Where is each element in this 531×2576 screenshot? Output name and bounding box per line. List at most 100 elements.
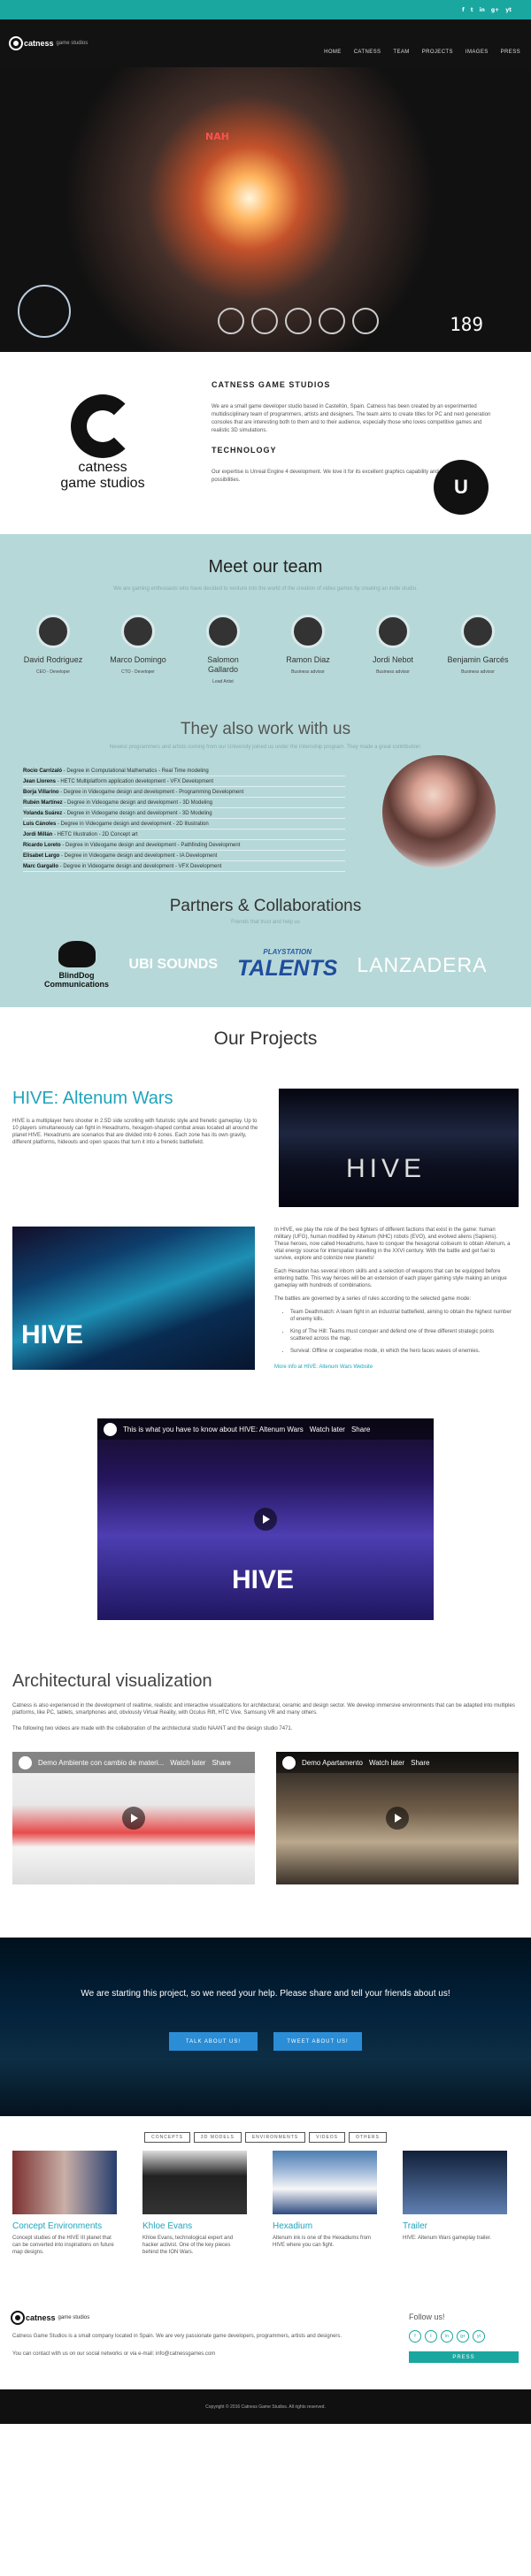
member-role: CEO - Developer [35,669,71,675]
gallery-title[interactable]: Concept Environments [12,2221,117,2231]
dog-face-icon [58,941,96,967]
gallery-description: Concept studies of the HIVE III planet t… [12,2236,114,2255]
filter-3d-models[interactable]: 3D MODELS [193,2132,242,2143]
catness-big-logo-icon [71,394,135,458]
hive-detail-text: In HIVE, we play the role of the best fi… [274,1227,512,1371]
googleplus-icon[interactable]: g+ [491,7,499,13]
hud-ammo-counter: 189 [450,314,483,335]
nav-item-catness[interactable]: CATNESS [354,50,381,55]
projects-section: Our Projects HIVE: Altenum Wars HIVE is … [0,1007,531,1620]
about-text: CATNESS GAME STUDIOS We are a small game… [205,352,492,534]
playstation-talents-logo[interactable]: PLAYSTATION TALENTS [237,948,337,982]
nav-item-home[interactable]: HOME [324,50,342,55]
footer-about: catness game studios Catness Game Studios… [11,2311,375,2363]
play-icon[interactable] [386,1807,409,1830]
arch-video-player[interactable]: Demo Apartamento Watch later Share [276,1752,519,1884]
collaborators-title: They also work with us [180,720,351,738]
member-name: Salomon Gallardo [207,655,239,674]
nav-item-projects[interactable]: PROJECTS [422,50,453,55]
lanzadera-logo[interactable]: LANZADERA [357,953,487,977]
footer-social: Follow us! f t in g+ yt PRESS [409,2312,519,2363]
team-title: Meet our team [208,557,323,577]
watch-later-button[interactable]: Watch later [310,1426,345,1433]
team-member: Salomon Gallardo Lead Artist [191,615,255,684]
gallery-item[interactable]: Concept Environments Concept studies of t… [12,2151,117,2256]
architecture-title: Architectural visualization [12,1671,212,1691]
video-title[interactable]: Demo Apartamento [302,1759,363,1767]
member-name: Marco Domingo [110,655,166,664]
share-button[interactable]: Share [351,1426,370,1433]
filter-others[interactable]: OTHERS [349,2132,387,2143]
member-role: Business advisor [376,669,410,675]
watch-later-button[interactable]: Watch later [170,1759,205,1767]
footer: catness game studios Catness Game Studios… [0,2256,531,2363]
nav-item-images[interactable]: IMAGES [466,50,489,55]
hud-radar-icon [18,285,71,338]
gallery-image[interactable] [12,2151,117,2214]
ability-icon [251,308,278,334]
gallery-item[interactable]: Trailer HIVE: Altenum Wars gameplay trail… [403,2151,507,2256]
social-topbar: f t in g+ yt [0,0,531,19]
team-member: Marco Domingo CTO - Developer [106,615,170,684]
hive-website-link[interactable]: More info at HIVE: Altenum Wars Website [274,1364,512,1371]
facebook-icon[interactable]: f [409,2330,421,2343]
talk-about-us-button[interactable]: TALK ABOUT US! [169,2032,258,2051]
footer-contact: You can contact with us on our social ne… [12,2351,216,2357]
twitter-icon[interactable]: t [425,2330,437,2343]
copyright-bar: Copyright © 2016 Catness Game Studios. A… [0,2389,531,2424]
blinddog-logo[interactable]: BlindDog Communications [44,941,110,989]
linkedin-icon[interactable]: in [480,7,485,13]
footer-logo[interactable]: catness game studios [11,2311,375,2325]
gallery-title[interactable]: Khloe Evans [142,2221,247,2231]
share-button[interactable]: Share [411,1759,429,1767]
share-button[interactable]: Share [212,1759,230,1767]
arch-video-player[interactable]: Demo Ambiente con cambio de materi... Wat… [12,1752,255,1884]
googleplus-icon[interactable]: g+ [457,2330,469,2343]
gallery-image[interactable] [273,2151,377,2214]
list-item: Marc Gargallo - Degree in Videogame desi… [23,861,345,872]
nav-item-press[interactable]: PRESS [501,50,520,55]
list-item: Rubén Martínez - Degree in Videogame des… [23,798,345,808]
tweet-about-us-button[interactable]: TWEET ABOUT US! [273,2032,362,2051]
member-role: Business advisor [291,669,325,675]
twitter-icon[interactable]: t [471,7,473,13]
team-member: Ramon Diaz Business advisor [276,615,340,684]
filter-videos[interactable]: VIDEOS [309,2132,346,2143]
youtube-icon[interactable]: yt [505,7,512,13]
youtube-icon[interactable]: yt [473,2330,485,2343]
hero-enemy-label: NAH [205,131,229,142]
ubisounds-logo[interactable]: UBI SOUNDS [129,957,218,973]
hive-video-player[interactable]: This is what you have to know about HIVE… [97,1418,434,1620]
partner-logos: BlindDog Communications UBI SOUNDS PLAYST… [0,941,531,989]
list-item: King of The Hill: Teams must conquer and… [290,1328,512,1342]
about-logo-name: catness [78,460,127,475]
press-button[interactable]: PRESS [409,2351,519,2363]
play-icon[interactable] [254,1508,277,1531]
partners-lead: Friends that trust and help us [231,920,300,925]
facebook-icon[interactable]: f [462,7,465,13]
filter-environments[interactable]: ENVIRONMENTS [244,2132,306,2143]
video-title[interactable]: Demo Ambiente con cambio de materi... [38,1759,164,1767]
cat-logo-icon [11,2311,25,2325]
gallery-title[interactable]: Trailer [403,2221,507,2231]
play-icon[interactable] [122,1807,145,1830]
watch-later-button[interactable]: Watch later [369,1759,404,1767]
brand-logo[interactable]: catness game studios [9,36,88,50]
gallery-item[interactable]: Khloe Evans Khloe Evans, technological ex… [142,2151,247,2256]
gallery-image[interactable] [403,2151,507,2214]
video-title[interactable]: This is what you have to know about HIVE… [123,1426,304,1433]
gallery-item[interactable]: Hexadium Altenum ink is one of the Hexadi… [273,2151,377,2256]
nav-item-team[interactable]: TEAM [393,50,409,55]
carousel-dot[interactable] [269,1013,273,1018]
linkedin-icon[interactable]: in [441,2330,453,2343]
hive-logo-text: HIVE [21,1320,84,1349]
gallery-title[interactable]: Hexadium [273,2221,377,2231]
avatar [461,615,495,648]
team-members: David Rodriguez CEO - Developer Marco Dom… [0,615,531,684]
carousel-dot[interactable] [258,1013,262,1018]
gallery-image[interactable] [142,2151,247,2214]
filter-concepts[interactable]: CONCEPTS [144,2132,190,2143]
ability-icon [218,308,244,334]
channel-avatar [282,1755,296,1770]
about-description: We are a small game developer studio bas… [212,404,491,433]
